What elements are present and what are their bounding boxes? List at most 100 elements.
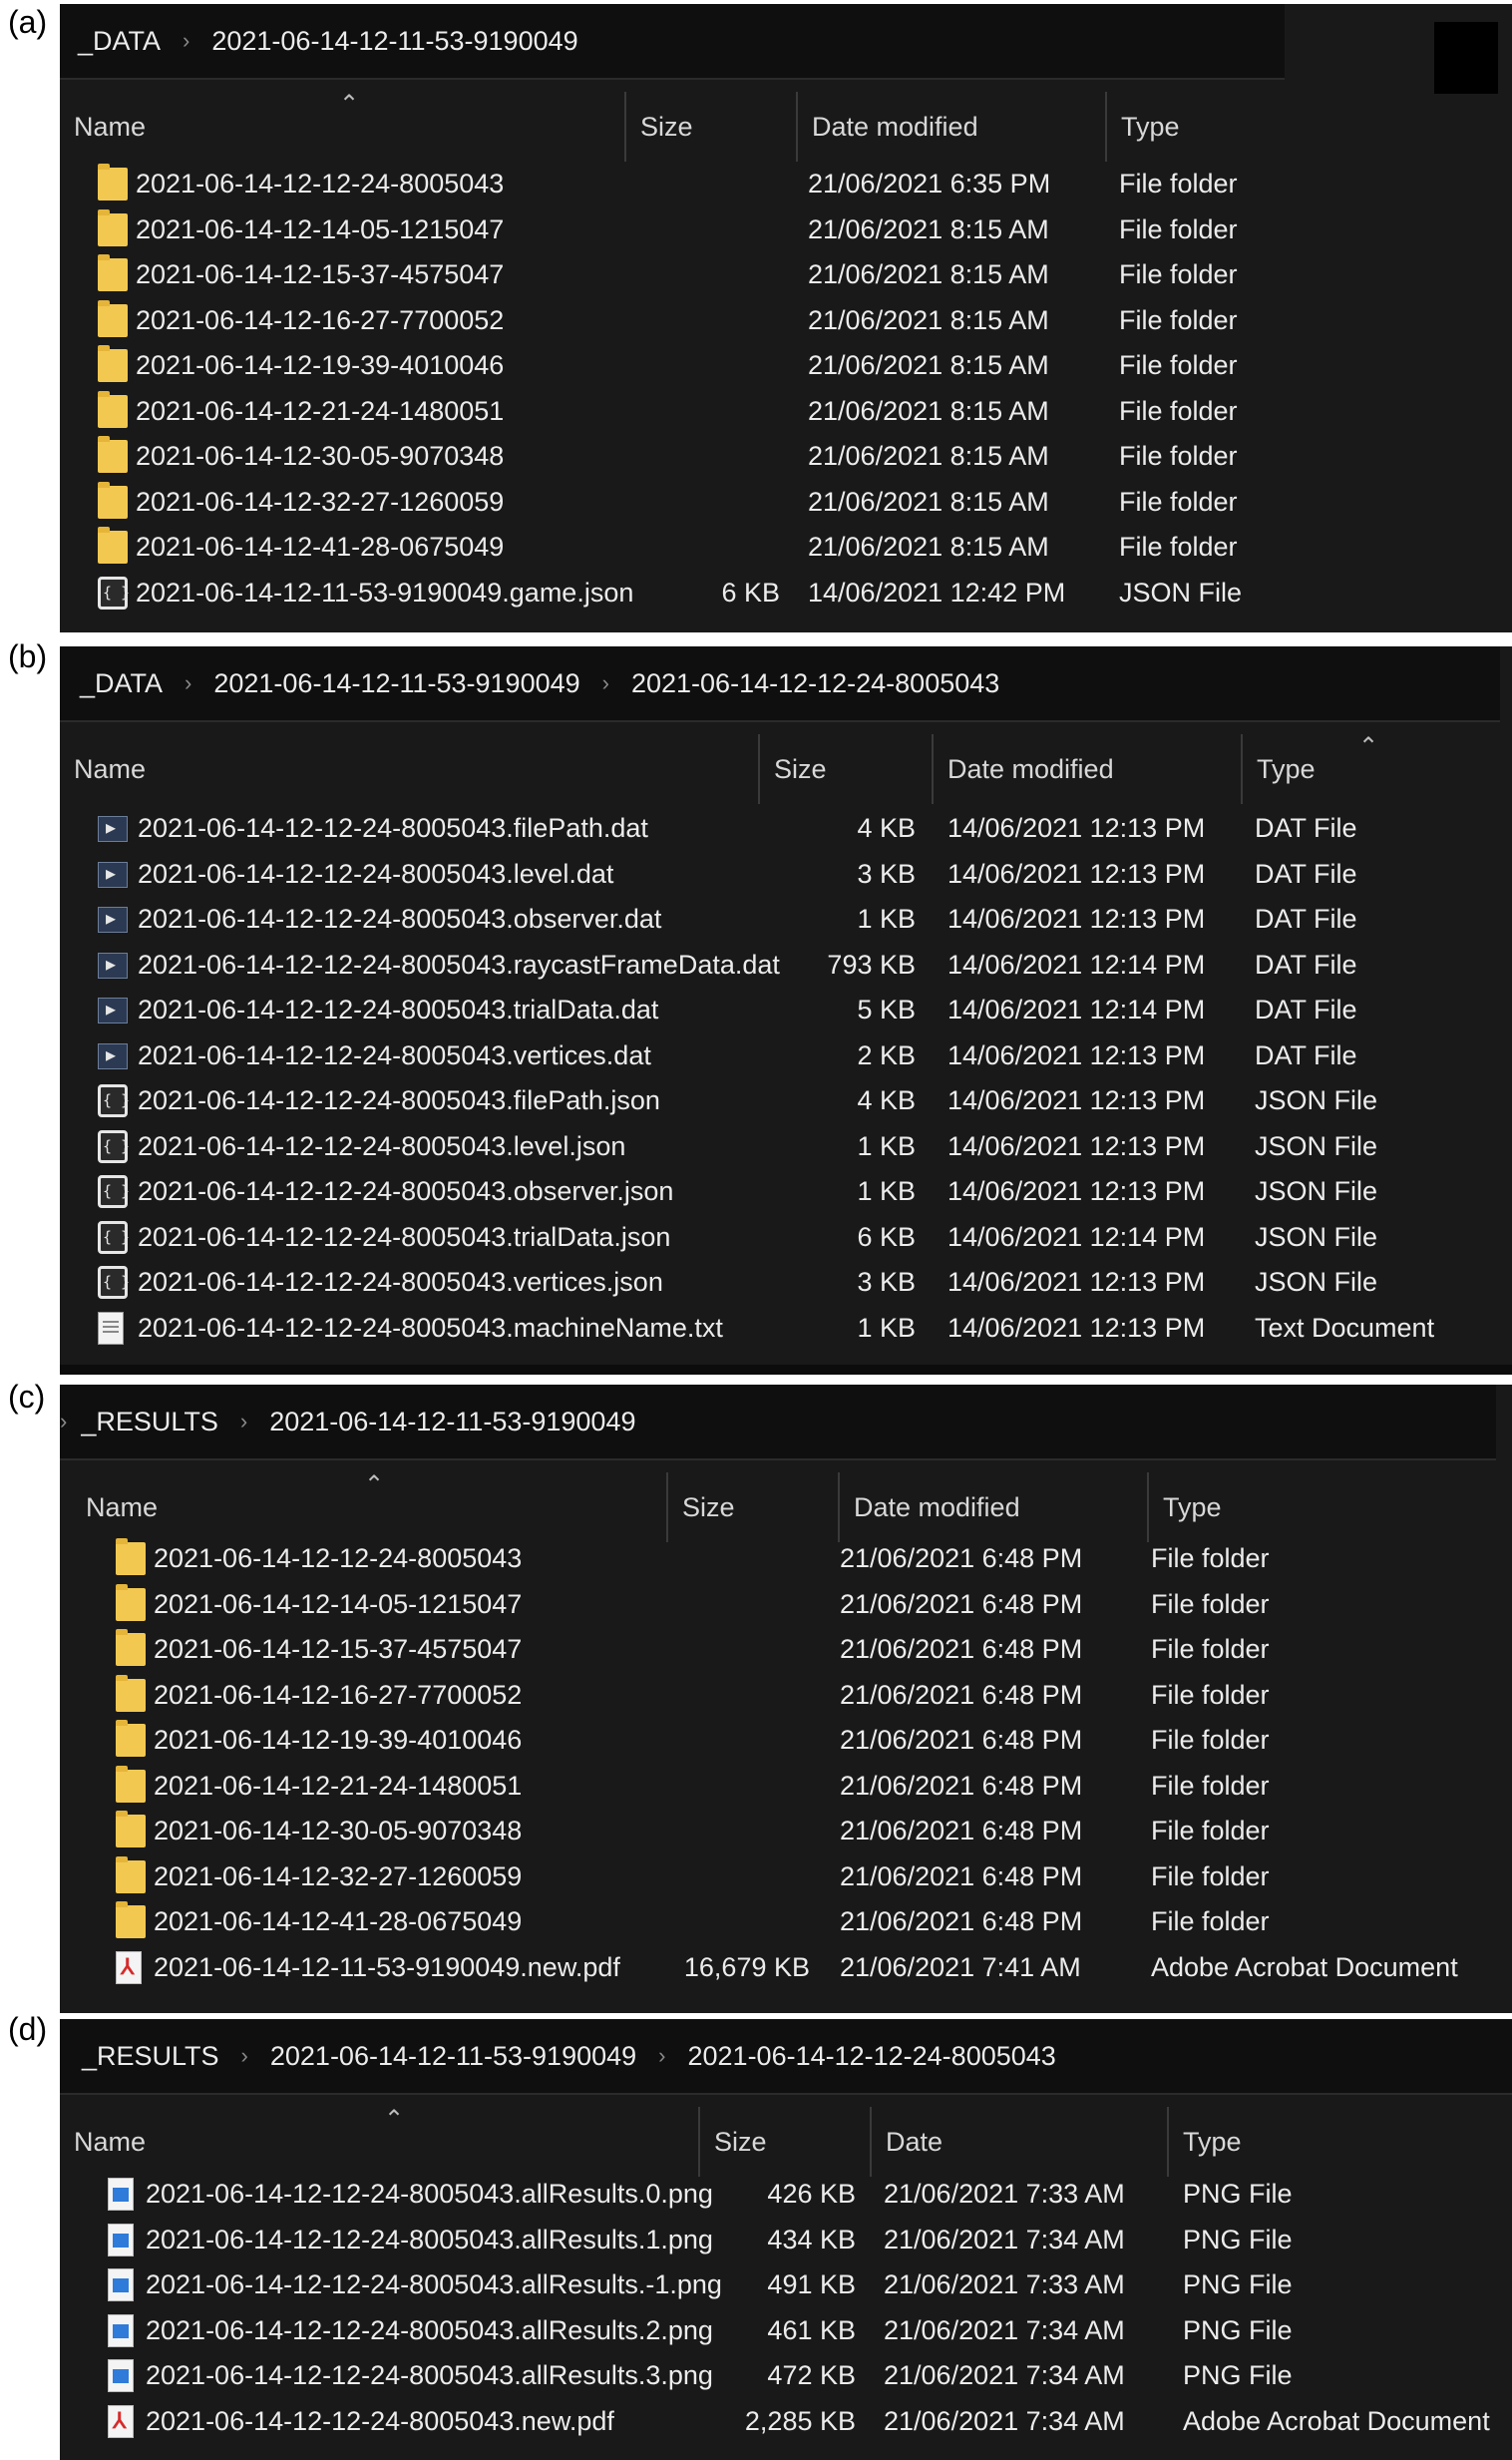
file-row[interactable]: 2021-06-14-12-32-27-1260059 21/06/2021 8:… xyxy=(60,480,1512,525)
column-header-type[interactable]: Type xyxy=(1149,1472,1512,1542)
breadcrumb-segment[interactable]: _DATA xyxy=(78,26,161,57)
file-row[interactable]: 2021-06-14-12-12-24-8005043.allResults.0… xyxy=(60,2172,1512,2217)
file-size: 4 KB xyxy=(857,1085,916,1115)
column-header-size[interactable]: Size xyxy=(700,2107,872,2177)
file-row[interactable]: 2021-06-14-12-11-53-9190049.new.pdf 16,67… xyxy=(60,1945,1512,1990)
file-row[interactable]: 2021-06-14-12-19-39-4010046 21/06/2021 8:… xyxy=(60,343,1512,388)
file-name: 2021-06-14-12-32-27-1260059 xyxy=(136,486,505,517)
file-row[interactable]: 2021-06-14-12-12-24-8005043.raycastFrame… xyxy=(60,943,1512,988)
chevron-right-icon[interactable]: › xyxy=(241,2043,248,2069)
file-name: 2021-06-14-12-12-24-8005043.allResults.0… xyxy=(146,2179,713,2209)
file-row[interactable]: 2021-06-14-12-12-24-8005043.machineName.… xyxy=(60,1306,1512,1351)
file-row[interactable]: 2021-06-14-12-14-05-1215047 21/06/2021 6:… xyxy=(60,1582,1512,1627)
file-row[interactable]: 2021-06-14-12-32-27-1260059 21/06/2021 6:… xyxy=(60,1854,1512,1899)
file-row[interactable]: 2021-06-14-12-19-39-4010046 21/06/2021 6:… xyxy=(60,1718,1512,1763)
file-date: 14/06/2021 12:13 PM xyxy=(947,1176,1206,1206)
file-row[interactable]: 2021-06-14-12-12-24-8005043.level.dat 3 K… xyxy=(60,852,1512,897)
panel-label: (a) xyxy=(8,4,48,40)
column-header-type[interactable]: Type xyxy=(1169,2107,1512,2177)
chevron-right-icon[interactable]: › xyxy=(185,670,191,696)
file-size: 1 KB xyxy=(857,1176,916,1206)
file-row[interactable]: 2021-06-14-12-12-24-8005043.observer.dat… xyxy=(60,897,1512,942)
column-header-date[interactable]: Date modified xyxy=(840,1472,1149,1542)
chevron-right-icon[interactable]: › xyxy=(658,2043,665,2069)
file-name: 2021-06-14-12-12-24-8005043.trialData.da… xyxy=(138,995,659,1025)
file-row[interactable]: 2021-06-14-12-41-28-0675049 21/06/2021 6:… xyxy=(60,1899,1512,1944)
breadcrumb-segment[interactable]: 2021-06-14-12-11-53-9190049 xyxy=(213,668,579,699)
file-row[interactable]: 2021-06-14-12-30-05-9070348 21/06/2021 8:… xyxy=(60,434,1512,479)
file-row[interactable]: 2021-06-14-12-12-24-8005043.filePath.jso… xyxy=(60,1078,1512,1123)
breadcrumb-segment[interactable]: _RESULTS xyxy=(82,2041,219,2072)
file-row[interactable]: 2021-06-14-12-21-24-1480051 21/06/2021 8:… xyxy=(60,389,1512,434)
column-header-size[interactable]: Size xyxy=(668,1472,840,1542)
file-type: JSON File xyxy=(1255,1221,1378,1252)
file-size: 16,679 KB xyxy=(683,1951,810,1982)
file-row[interactable]: 2021-06-14-12-12-24-8005043.vertices.dat… xyxy=(60,1033,1512,1078)
breadcrumb-segment[interactable]: 2021-06-14-12-12-24-8005043 xyxy=(631,668,999,699)
file-name: 2021-06-14-12-12-24-8005043.level.dat xyxy=(138,858,614,889)
column-header-size[interactable]: Size xyxy=(626,92,798,162)
file-row[interactable]: 2021-06-14-12-12-24-8005043.trialData.da… xyxy=(60,988,1512,1032)
file-row[interactable]: 2021-06-14-12-12-24-8005043.trialData.js… xyxy=(60,1215,1512,1260)
breadcrumb-segment[interactable]: 2021-06-14-12-11-53-9190049 xyxy=(211,26,577,57)
column-header-date[interactable]: Date modified xyxy=(934,734,1243,804)
file-type: File folder xyxy=(1119,441,1238,471)
file-row[interactable]: 2021-06-14-12-12-24-8005043.allResults.-… xyxy=(60,2262,1512,2307)
file-date: 21/06/2021 6:48 PM xyxy=(840,1770,1083,1801)
breadcrumb-segment[interactable]: _DATA xyxy=(80,668,163,699)
file-date: 21/06/2021 8:15 AM xyxy=(808,350,1049,380)
file-type: Text Document xyxy=(1255,1312,1435,1343)
breadcrumb-segment[interactable]: 2021-06-14-12-11-53-9190049 xyxy=(269,1407,635,1437)
file-name: 2021-06-14-12-12-24-8005043.level.json xyxy=(138,1130,626,1161)
file-date: 21/06/2021 8:15 AM xyxy=(808,532,1049,562)
file-date: 14/06/2021 12:42 PM xyxy=(808,577,1066,608)
file-row[interactable]: 2021-06-14-12-12-24-8005043.observer.jso… xyxy=(60,1169,1512,1214)
folder-icon xyxy=(116,1765,146,1803)
explorer-panel: _DATA › 2021-06-14-12-11-53-9190049 Name Siz… xyxy=(60,4,1512,632)
file-row[interactable]: 2021-06-14-12-12-24-8005043.vertices.jso… xyxy=(60,1260,1512,1305)
file-row[interactable]: 2021-06-14-12-12-24-8005043.allResults.1… xyxy=(60,2218,1512,2262)
file-row[interactable]: 2021-06-14-12-12-24-8005043.new.pdf 2,285… xyxy=(60,2399,1512,2444)
column-header-row: Name Size Date modified Type ⌃ xyxy=(60,733,1512,804)
file-row[interactable]: 2021-06-14-12-41-28-0675049 21/06/2021 8:… xyxy=(60,525,1512,570)
file-row[interactable]: 2021-06-14-12-12-24-8005043.level.json 1 … xyxy=(60,1124,1512,1169)
file-row[interactable]: 2021-06-14-12-12-24-8005043 21/06/2021 6:… xyxy=(60,1536,1512,1581)
column-header-size[interactable]: Size xyxy=(760,734,934,804)
file-name: 2021-06-14-12-12-24-8005043.filePath.jso… xyxy=(138,1085,660,1115)
file-type: File folder xyxy=(1119,486,1238,517)
file-row[interactable]: 2021-06-14-12-21-24-1480051 21/06/2021 6:… xyxy=(60,1764,1512,1809)
chevron-right-icon[interactable]: › xyxy=(183,28,189,54)
file-row[interactable]: 2021-06-14-12-30-05-9070348 21/06/2021 6:… xyxy=(60,1809,1512,1853)
file-row[interactable]: 2021-06-14-12-12-24-8005043.allResults.3… xyxy=(60,2353,1512,2398)
chevron-right-icon[interactable]: › xyxy=(602,670,609,696)
column-header-type[interactable]: Type xyxy=(1107,92,1506,162)
file-row[interactable]: 2021-06-14-12-15-37-4575047 21/06/2021 6:… xyxy=(60,1627,1512,1672)
column-header-row: Name Size Date modified Type ⌃ xyxy=(60,91,1512,162)
folder-icon xyxy=(98,345,128,382)
file-name: 2021-06-14-12-30-05-9070348 xyxy=(154,1816,523,1845)
breadcrumb-segment[interactable]: 2021-06-14-12-12-24-8005043 xyxy=(688,2041,1056,2072)
file-row[interactable]: 2021-06-14-12-12-24-8005043.allResults.2… xyxy=(60,2308,1512,2353)
file-type: DAT File xyxy=(1255,813,1357,843)
file-row[interactable]: 2021-06-14-12-16-27-7700052 21/06/2021 6:… xyxy=(60,1673,1512,1718)
chevron-right-icon[interactable]: › xyxy=(60,1409,67,1435)
file-row[interactable]: 2021-06-14-12-14-05-1215047 21/06/2021 8:… xyxy=(60,207,1512,252)
chevron-right-icon[interactable]: › xyxy=(240,1409,247,1435)
file-row[interactable]: 2021-06-14-12-11-53-9190049.game.json 6 K… xyxy=(60,571,1512,615)
dat-file-icon xyxy=(98,861,128,888)
breadcrumb-segment[interactable]: 2021-06-14-12-11-53-9190049 xyxy=(270,2041,636,2072)
file-row[interactable]: 2021-06-14-12-15-37-4575047 21/06/2021 8:… xyxy=(60,252,1512,297)
file-row[interactable]: 2021-06-14-12-12-24-8005043.filePath.dat… xyxy=(60,806,1512,851)
column-header-date[interactable]: Date xyxy=(872,2107,1169,2177)
file-row[interactable]: 2021-06-14-12-16-27-7700052 21/06/2021 8:… xyxy=(60,298,1512,343)
file-name: 2021-06-14-12-12-24-8005043.machineName.… xyxy=(138,1312,723,1343)
breadcrumb-segment[interactable]: _RESULTS xyxy=(81,1407,218,1437)
column-header-name[interactable]: Name xyxy=(60,734,760,804)
sort-arrow-icon: ⌃ xyxy=(339,91,360,118)
file-size: 5 KB xyxy=(857,995,916,1025)
file-type: Adobe Acrobat Document xyxy=(1151,1951,1458,1982)
file-row[interactable]: 2021-06-14-12-12-24-8005043 21/06/2021 6:… xyxy=(60,162,1512,206)
column-header-date[interactable]: Date modified xyxy=(798,92,1107,162)
column-header-name[interactable]: Name xyxy=(60,2107,700,2177)
file-date: 14/06/2021 12:13 PM xyxy=(947,858,1206,889)
